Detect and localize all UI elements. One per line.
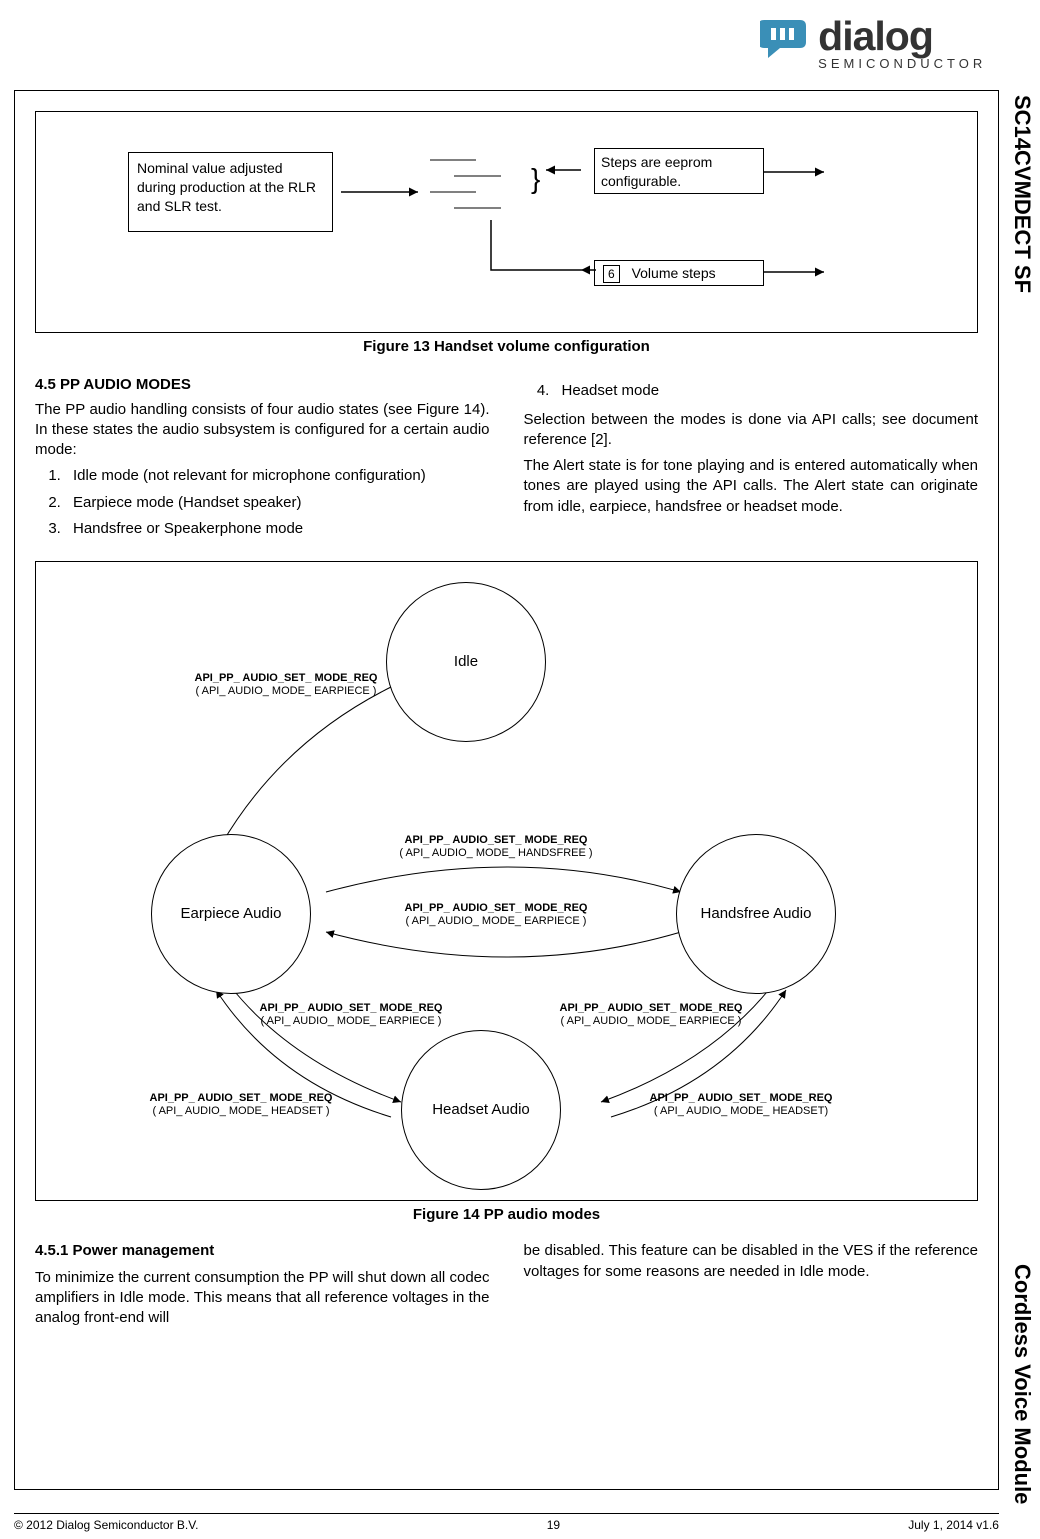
figure-13: Nominal value adjusted during production… [35, 111, 978, 333]
figure-13-caption: Figure 13 Handset volume configuration [35, 337, 978, 357]
logo-text: dialog [818, 18, 986, 55]
logo-subtext: SEMICONDUCTOR [818, 55, 986, 73]
section-4-5-1-heading: 4.5.1 Power management [35, 1241, 490, 1261]
brace-icon: } [531, 160, 540, 198]
section-4-5-1-p2: be disabled. This feature can be disable… [524, 1241, 979, 1282]
section-4-5-1-p1: To minimize the current consumption the … [35, 1268, 490, 1329]
mode-item-4: Headset mode [554, 381, 979, 401]
dialog-bubble-icon [760, 18, 810, 60]
api-hands-ear: API_PP_ AUDIO_SET_ MODE_REQ( API_ AUDIO_… [366, 902, 626, 928]
mode-item-3: Handsfree or Speakerphone mode [65, 519, 490, 539]
mode-item-2: Earpiece mode (Handset speaker) [65, 493, 490, 513]
state-earpiece: Earpiece Audio [151, 834, 311, 994]
side-label-module: Cordless Voice Module [1007, 1264, 1037, 1504]
api-ear-hands: API_PP_ AUDIO_SET_ MODE_REQ( API_ AUDIO_… [366, 834, 626, 860]
api-idle-earpiece: API_PP_ AUDIO_SET_ MODE_REQ( API_ AUDIO_… [171, 672, 401, 698]
section-4-5-p3: The Alert state is for tone playing and … [524, 456, 979, 517]
footer-date-version: July 1, 2014 v1.6 [908, 1517, 999, 1533]
footer-page-number: 19 [547, 1517, 560, 1533]
section-4-5-1: 4.5.1 Power management To minimize the c… [35, 1241, 978, 1328]
api-headset-ear-l: API_PP_ AUDIO_SET_ MODE_REQ( API_ AUDIO_… [236, 1002, 466, 1028]
api-ear-headset-r: API_PP_ AUDIO_SET_ MODE_REQ( API_ AUDIO_… [626, 1092, 856, 1118]
section-4-5-p2: Selection between the modes is done via … [524, 410, 979, 451]
api-headset-ear-r: API_PP_ AUDIO_SET_ MODE_REQ( API_ AUDIO_… [536, 1002, 766, 1028]
state-handsfree: Handsfree Audio [676, 834, 836, 994]
page-content-frame: Nominal value adjusted during production… [14, 90, 999, 1490]
state-headset: Headset Audio [401, 1030, 561, 1190]
fig13-arrows [36, 112, 977, 332]
api-ear-headset-l: API_PP_ AUDIO_SET_ MODE_REQ( API_ AUDIO_… [126, 1092, 356, 1118]
footer-copyright: © 2012 Dialog Semiconductor B.V. [14, 1517, 199, 1533]
state-idle: Idle [386, 582, 546, 742]
section-4-5: 4.5 PP AUDIO MODES The PP audio handling… [35, 375, 978, 547]
side-label-product: SC14CVMDECT SF [1007, 95, 1037, 293]
section-4-5-heading: 4.5 PP AUDIO MODES [35, 375, 490, 395]
mode-item-1: Idle mode (not relevant for microphone c… [65, 466, 490, 486]
brand-logo: dialog SEMICONDUCTOR [760, 18, 1020, 78]
page-footer: © 2012 Dialog Semiconductor B.V. 19 July… [14, 1513, 999, 1533]
figure-14: Idle Earpiece Audio Handsfree Audio Head… [35, 561, 978, 1201]
section-4-5-p1: The PP audio handling consists of four a… [35, 400, 490, 461]
figure-14-caption: Figure 14 PP audio modes [35, 1205, 978, 1225]
